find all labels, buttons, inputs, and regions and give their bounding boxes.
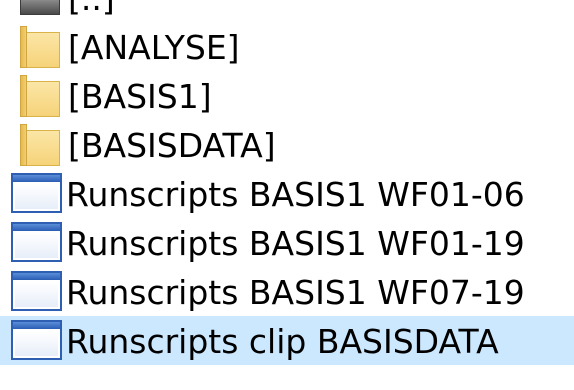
parent-folder-icon — [20, 0, 60, 15]
list-item-label: [BASISDATA] — [68, 126, 276, 165]
list-item-runscripts-basis1-wf01-19[interactable]: Runscripts BASIS1 WF01-19 — [0, 218, 574, 267]
script-window-icon — [11, 222, 62, 262]
folder-icon — [20, 75, 60, 117]
list-item-runscripts-basis1-wf01-06[interactable]: Runscripts BASIS1 WF01-06 — [0, 169, 574, 218]
list-item-label: Runscripts clip BASISDATA — [66, 322, 499, 361]
list-item-label: Runscripts BASIS1 WF07-19 — [66, 273, 525, 312]
script-window-icon — [11, 173, 62, 213]
folder-icon — [20, 26, 60, 68]
list-item-label: [..] — [68, 0, 115, 19]
list-item-label: Runscripts BASIS1 WF01-19 — [66, 224, 525, 263]
list-item-label: [BASIS1] — [68, 77, 212, 116]
list-item-runscripts-clip-basisdata[interactable]: Runscripts clip BASISDATA — [0, 316, 574, 365]
file-list: [..] [ANALYSE] [BASIS1] [BASISDATA] Runs… — [0, 0, 574, 365]
script-window-icon — [11, 320, 62, 360]
list-item-runscripts-basis1-wf07-19[interactable]: Runscripts BASIS1 WF07-19 — [0, 267, 574, 316]
script-window-icon — [11, 271, 62, 311]
list-item-folder-basis1[interactable]: [BASIS1] — [0, 71, 574, 120]
list-item-parent-directory[interactable]: [..] — [0, 0, 574, 22]
list-item-label: Runscripts BASIS1 WF01-06 — [66, 175, 525, 214]
list-item-folder-basisdata[interactable]: [BASISDATA] — [0, 120, 574, 169]
list-item-label: [ANALYSE] — [68, 28, 240, 67]
list-item-folder-analyse[interactable]: [ANALYSE] — [0, 22, 574, 71]
folder-icon — [20, 124, 60, 166]
